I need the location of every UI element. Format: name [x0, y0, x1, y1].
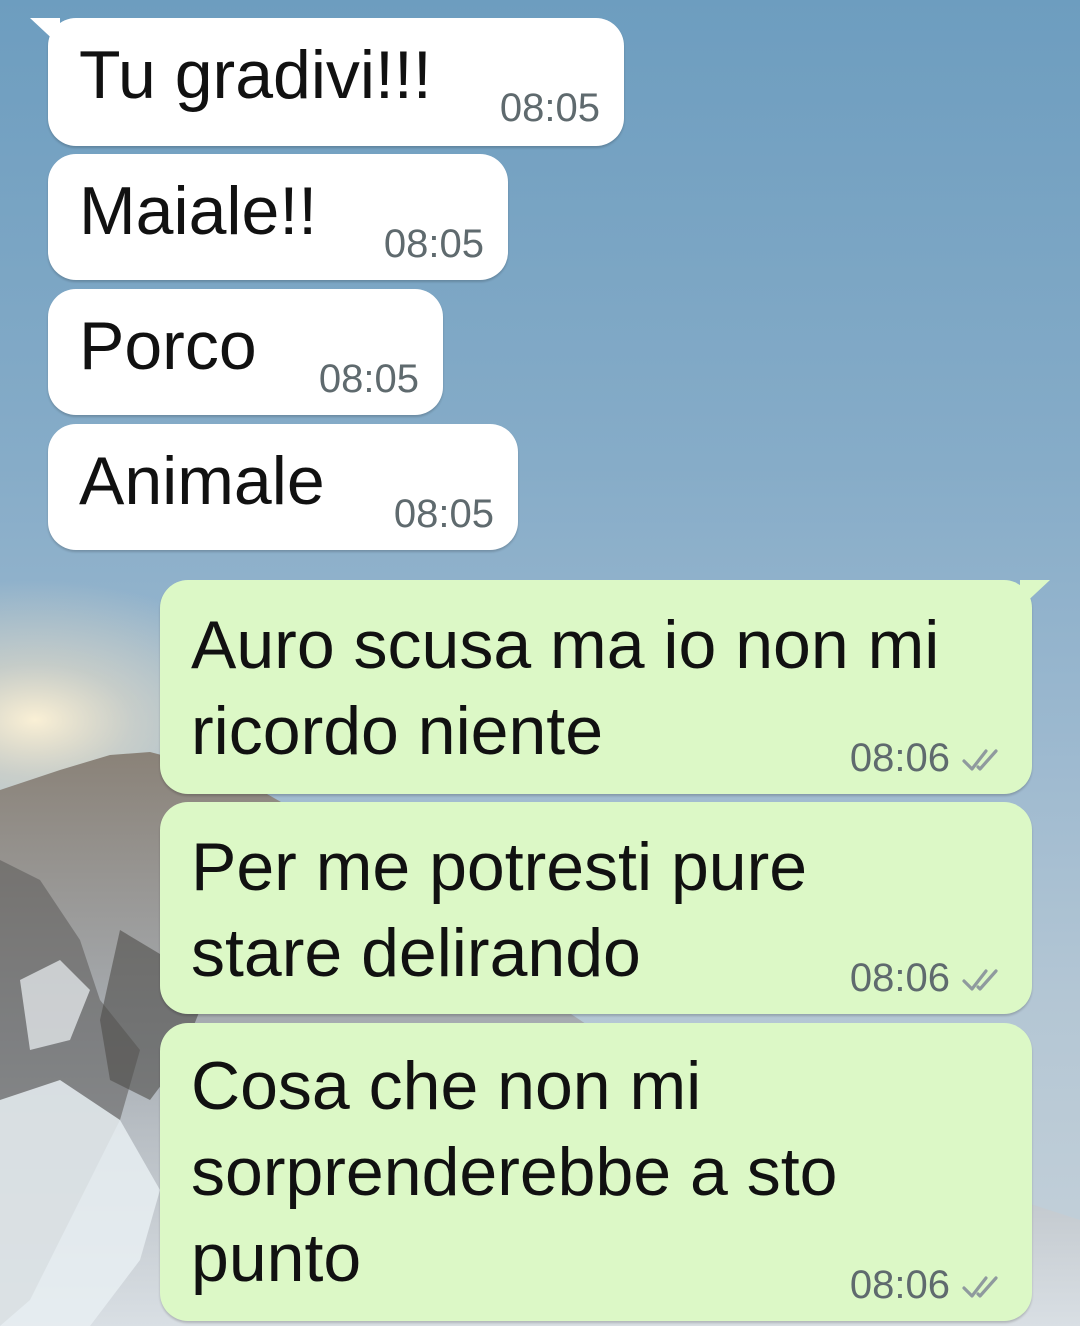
message-text-line: punto: [191, 1220, 362, 1296]
message-bubble-outgoing[interactable]: Cosa che non mi sorprenderebbe a sto pun…: [160, 1023, 1032, 1321]
message-text: Tu gradivi!!!: [79, 37, 432, 113]
message-bubble-incoming[interactable]: Maiale!! 08:05: [48, 154, 508, 280]
message-timestamp: 08:06: [850, 958, 1006, 998]
message-bubble-outgoing[interactable]: Auro scusa ma io non mi ricordo niente 0…: [160, 580, 1050, 794]
message-text-line: ricordo niente: [191, 693, 604, 769]
timestamp-text: 08:06: [849, 1263, 950, 1307]
message-text-line: sorprenderebbe a sto: [191, 1134, 838, 1210]
message-timestamp: 08:06: [850, 738, 1006, 778]
message-bubble-incoming[interactable]: Animale 08:05: [48, 424, 518, 550]
bubble-tail: [30, 18, 60, 46]
message-text-line: Per me potresti pure: [191, 829, 808, 905]
double-check-icon: [962, 969, 998, 992]
message-timestamp: 08:06: [850, 1265, 1006, 1305]
message-text: Animale: [79, 443, 325, 519]
double-check-icon: [962, 1276, 998, 1299]
double-check-icon: [962, 749, 998, 772]
message-timestamp: 08:05: [393, 492, 494, 536]
message-bubble-incoming[interactable]: Porco 08:05: [48, 289, 443, 415]
message-bubble-outgoing[interactable]: Per me potresti pure stare delirando 08:…: [160, 802, 1032, 1014]
message-timestamp: 08:05: [383, 222, 484, 266]
message-text: Porco: [79, 308, 257, 384]
timestamp-text: 08:06: [849, 956, 950, 1000]
message-bubble-incoming[interactable]: Tu gradivi!!! 08:05: [30, 18, 624, 146]
timestamp-text: 08:06: [849, 736, 950, 780]
message-timestamp: 08:05: [318, 357, 419, 401]
message-text-line: Cosa che non mi: [191, 1048, 702, 1124]
bubble-tail: [1020, 580, 1050, 608]
message-text: Maiale!!: [79, 173, 318, 249]
message-timestamp: 08:05: [499, 86, 600, 130]
message-text-line: stare delirando: [191, 915, 641, 991]
message-text-line: Auro scusa ma io non mi: [191, 607, 940, 683]
